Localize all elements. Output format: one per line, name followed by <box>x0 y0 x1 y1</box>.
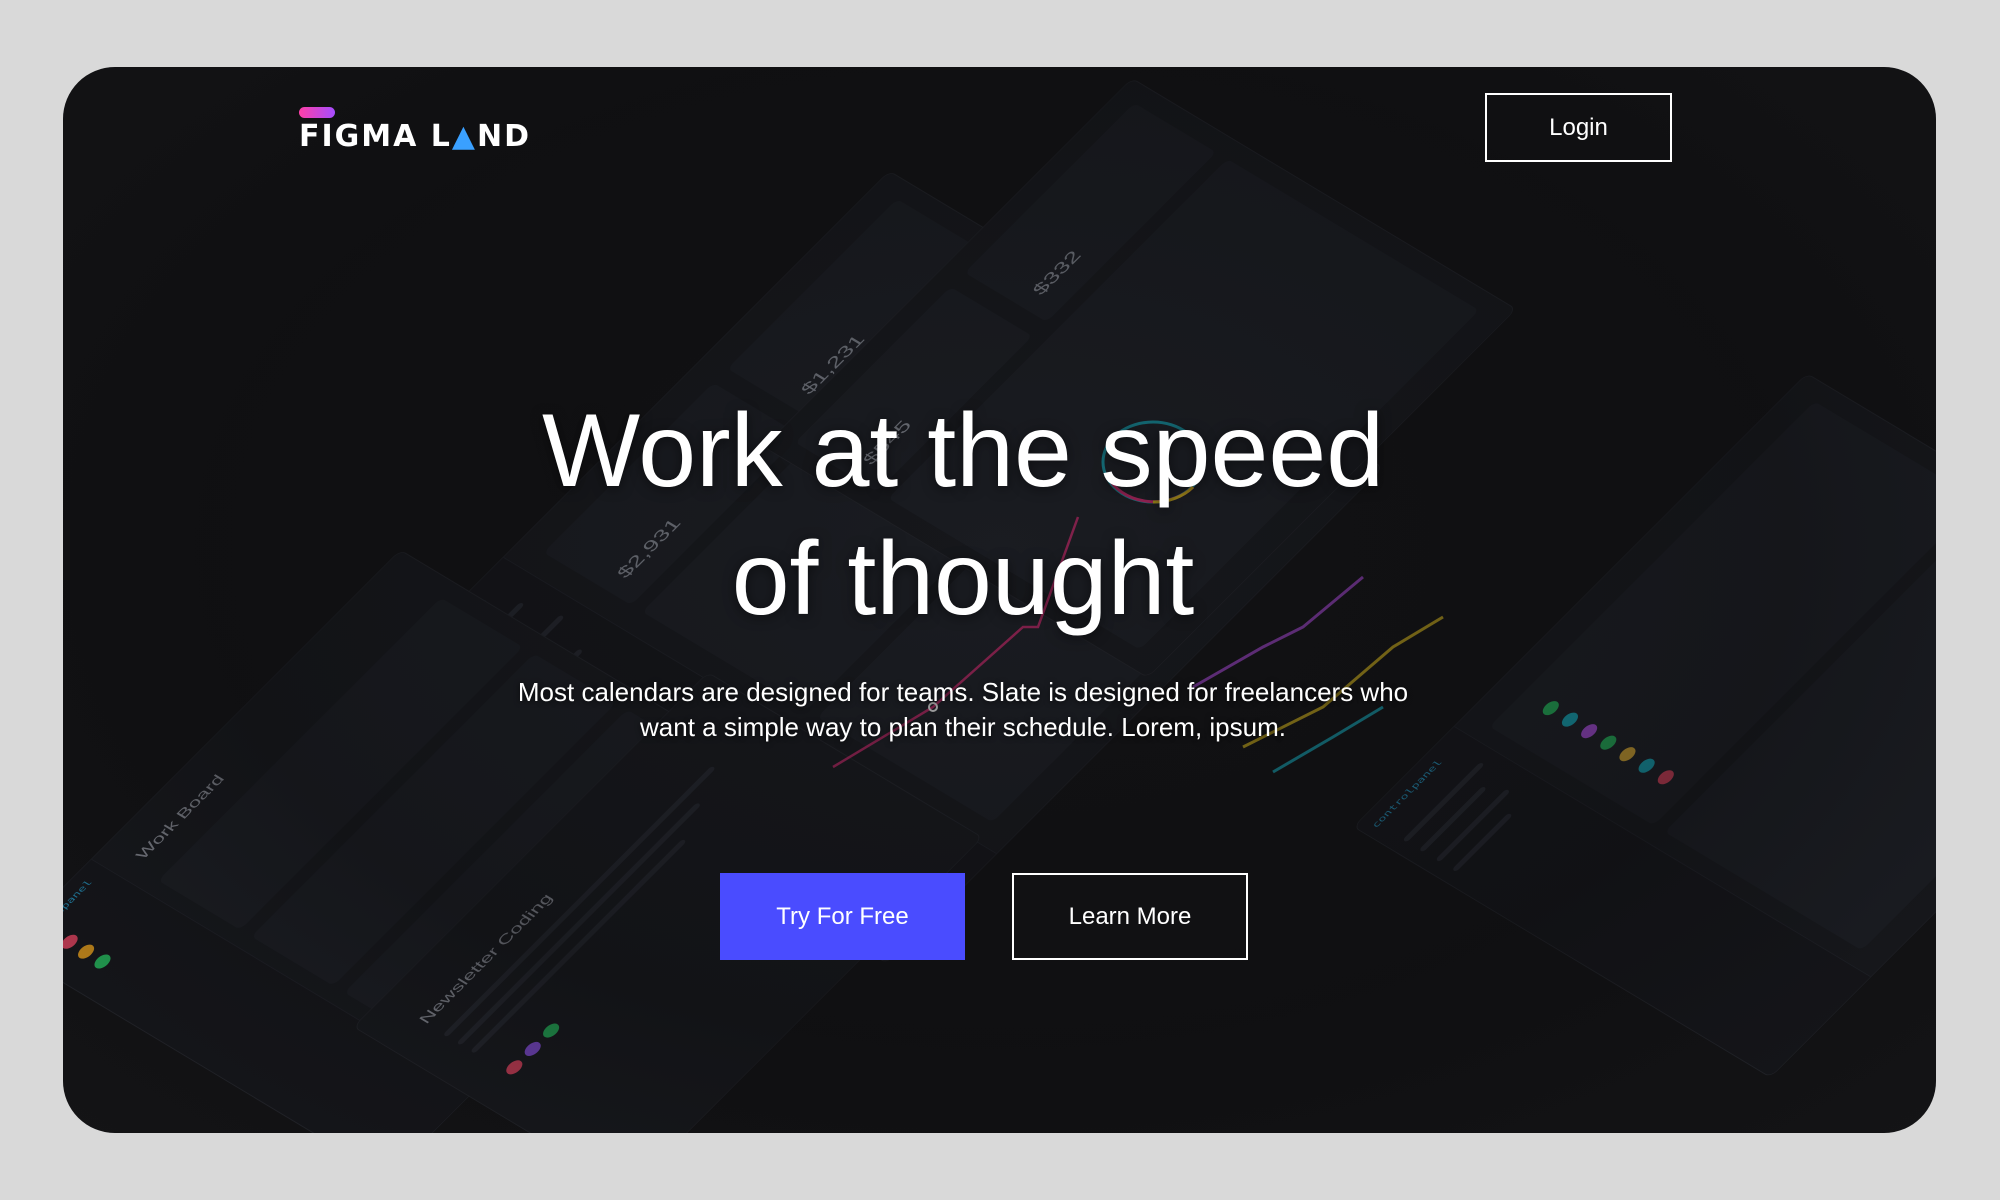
hero-title-line-1: Work at the speed <box>541 393 1385 509</box>
hero-frame: controlpanel $2,931 $1,231 $545 $332 con… <box>63 67 1936 1133</box>
logo-triangle-icon: ▲ <box>451 119 477 154</box>
logo-text-start: FIGMA L <box>299 119 452 154</box>
hero-subtitle: Most calendars are designed for teams. S… <box>517 677 1409 742</box>
figma-land-logo[interactable]: FIGMA L▲ND <box>299 107 549 157</box>
try-for-free-button[interactable]: Try For Free <box>720 873 965 960</box>
learn-more-button[interactable]: Learn More <box>1012 873 1248 960</box>
hero-title-line-2: of thought <box>731 521 1195 637</box>
logo-text-end: ND <box>477 119 532 154</box>
login-button[interactable]: Login <box>1485 93 1672 162</box>
logo-accent-bar <box>299 107 335 118</box>
hero-title: Work at the speed of thought <box>363 387 1563 643</box>
logo-wordmark: FIGMA L▲ND <box>299 119 531 154</box>
